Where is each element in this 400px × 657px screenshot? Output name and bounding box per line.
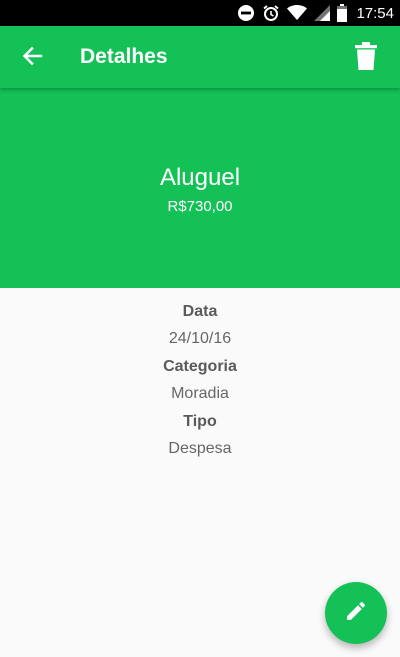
app-bar: Detalhes: [0, 26, 400, 88]
back-button[interactable]: [12, 38, 52, 78]
status-bar: 17:54: [0, 0, 400, 26]
status-icons: 17:54: [237, 4, 394, 22]
arrow-back-icon: [21, 45, 43, 72]
date-value: 24/10/16: [168, 330, 232, 347]
alarm-icon: [262, 4, 280, 22]
transaction-header: Aluguel R$730,00: [0, 88, 400, 288]
details-section: Data 24/10/16 Categoria Moradia Tipo Des…: [0, 288, 400, 463]
type-label: Tipo: [183, 413, 217, 430]
trash-icon: [355, 41, 377, 75]
do-not-disturb-icon: [237, 4, 255, 22]
battery-icon: [337, 4, 348, 22]
type-value: Despesa: [168, 440, 232, 457]
signal-icon: [314, 5, 331, 21]
wifi-icon: [287, 5, 308, 21]
date-label: Data: [182, 303, 218, 320]
category-value: Moradia: [171, 385, 229, 402]
transaction-name: Aluguel: [159, 164, 241, 191]
status-time: 17:54: [356, 4, 394, 22]
edit-button[interactable]: [325, 582, 387, 644]
transaction-amount: R$730,00: [167, 198, 233, 215]
page-title: Detalhes: [80, 45, 168, 68]
delete-button[interactable]: [348, 38, 384, 78]
edit-pencil-icon: [344, 599, 368, 628]
category-label: Categoria: [163, 358, 237, 375]
